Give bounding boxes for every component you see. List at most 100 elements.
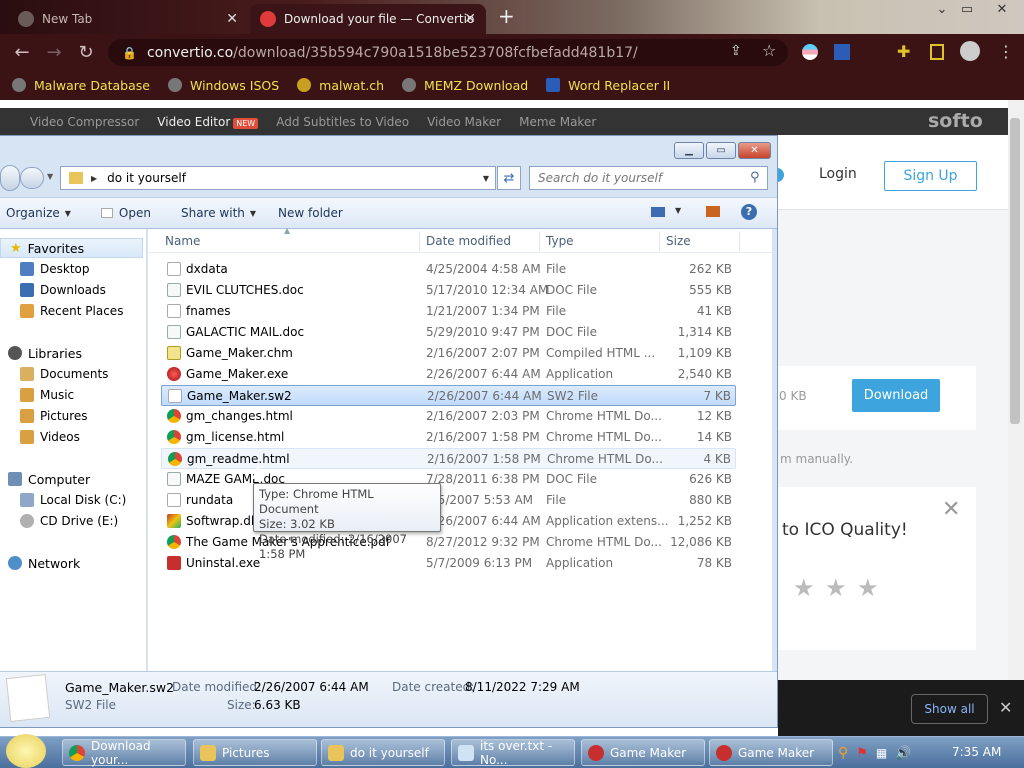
file-row[interactable]: gm_license.html 2/16/2007 1:58 PM Chrome H… bbox=[161, 427, 736, 448]
nav-meme-maker[interactable]: Meme Maker bbox=[519, 115, 596, 129]
recent-pages-chevron-icon[interactable]: ▼ bbox=[47, 172, 53, 181]
file-row[interactable]: Game_Maker.exe 2/26/2007 6:44 AM Applicati… bbox=[161, 364, 736, 385]
file-row[interactable]: Softwrap.dll 2/26/2007 6:44 AM Application… bbox=[161, 511, 736, 532]
file-row[interactable]: Game_Maker.chm 2/16/2007 2:07 PM Compiled … bbox=[161, 343, 736, 364]
start-button-icon[interactable] bbox=[6, 734, 46, 768]
nav-video-compressor[interactable]: Video Compressor bbox=[30, 115, 139, 129]
taskbar-game-maker[interactable]: Game Maker bbox=[709, 739, 833, 766]
explorer-address-bar[interactable]: ▶ do it yourself ▼ bbox=[60, 166, 496, 190]
star-icon[interactable]: ★ bbox=[793, 574, 815, 602]
nav-video-editor[interactable]: Video Editor NEW bbox=[157, 115, 259, 129]
share-icon[interactable]: ⇪ bbox=[730, 43, 742, 59]
search-tray-icon[interactable]: ⚲ bbox=[838, 745, 848, 761]
close-icon[interactable]: ✕ bbox=[942, 497, 960, 522]
show-all-button[interactable]: Show all bbox=[911, 694, 988, 724]
tab-convertio[interactable]: Download your file — Convertio ✕ bbox=[250, 4, 486, 34]
file-row[interactable]: rundata 6/5/2007 5:53 AM File 880 KB bbox=[161, 490, 736, 511]
download-button[interactable]: Download bbox=[852, 379, 940, 412]
column-date-modified[interactable]: Date modified bbox=[426, 234, 511, 248]
column-divider[interactable] bbox=[539, 231, 540, 251]
explorer-maximize-icon[interactable]: ▭ bbox=[706, 142, 736, 159]
close-tab-icon[interactable]: ✕ bbox=[464, 11, 476, 27]
forward-arrow-icon[interactable]: → bbox=[38, 42, 70, 63]
nav-network[interactable]: Network bbox=[8, 553, 80, 573]
minimize-window-icon[interactable]: ▭ bbox=[955, 2, 979, 18]
nav-downloads[interactable]: Downloads bbox=[20, 280, 106, 300]
nav-recent-places[interactable]: Recent Places bbox=[20, 301, 123, 321]
nav-documents[interactable]: Documents bbox=[20, 364, 108, 384]
taskbar-notepad[interactable]: its over.txt - No... bbox=[451, 739, 575, 767]
profile-avatar-icon[interactable] bbox=[960, 41, 980, 61]
signup-button[interactable]: Sign Up bbox=[884, 161, 977, 191]
explorer-close-icon[interactable]: ✕ bbox=[738, 142, 771, 159]
nav-video-maker[interactable]: Video Maker bbox=[427, 115, 501, 129]
column-type[interactable]: Type bbox=[546, 234, 574, 248]
file-row[interactable]: The Game Maker's Apprentice.pdf 8/27/2012… bbox=[161, 532, 736, 553]
file-row[interactable]: Uninstal.exe 5/7/2009 6:13 PM Application 7… bbox=[161, 553, 736, 574]
address-dropdown-icon[interactable]: ▼ bbox=[483, 174, 489, 183]
breadcrumb-arrow-icon[interactable]: ▶ bbox=[91, 174, 97, 183]
extensions-puzzle-icon[interactable]: ✚ bbox=[897, 42, 910, 61]
back-arrow-icon[interactable]: ← bbox=[6, 42, 38, 63]
help-icon[interactable]: ? bbox=[741, 204, 757, 220]
close-window-icon[interactable]: ✕ bbox=[990, 2, 1014, 18]
column-divider[interactable] bbox=[739, 231, 740, 251]
file-row[interactable]: fnames 1/21/2007 1:34 PM File 41 KB bbox=[161, 301, 736, 322]
address-bar[interactable]: 🔒 convertio.co/download/35b594c790a1518b… bbox=[108, 39, 788, 66]
column-divider[interactable] bbox=[419, 231, 420, 251]
file-row[interactable]: MAZE GAME.doc 7/28/2011 6:38 PM DOC File 62… bbox=[161, 469, 736, 490]
column-size[interactable]: Size bbox=[666, 234, 691, 248]
file-row[interactable]: gm_changes.html 2/16/2007 2:03 PM Chrome H… bbox=[161, 406, 736, 427]
new-folder-button[interactable]: New folder bbox=[278, 206, 343, 220]
taskbar-clock[interactable]: 7:35 AM bbox=[952, 745, 1001, 759]
network-tray-icon[interactable]: ▦ bbox=[876, 746, 887, 760]
bookmark-malwatch[interactable]: malwat.ch bbox=[297, 78, 384, 93]
nav-cd-drive[interactable]: CD Drive (E:) bbox=[20, 511, 118, 531]
action-center-icon[interactable]: ⚑ bbox=[856, 746, 868, 761]
preview-pane-icon[interactable] bbox=[706, 206, 720, 217]
breadcrumb-folder[interactable]: do it yourself bbox=[107, 171, 186, 185]
taskbar-do-it-yourself[interactable]: do it yourself bbox=[321, 739, 445, 766]
view-options-icon[interactable] bbox=[651, 207, 665, 217]
bookmark-windows-isos[interactable]: Windows ISOS bbox=[167, 78, 279, 93]
file-row[interactable]: gm_readme.html 2/16/2007 1:58 PM Chrome HT… bbox=[161, 448, 736, 469]
file-row[interactable]: dxdata 4/25/2004 4:58 AM File 262 KB bbox=[161, 259, 736, 280]
close-download-shelf-icon[interactable]: ✕ bbox=[999, 698, 1012, 717]
softo-logo[interactable]: softo bbox=[928, 110, 983, 132]
nav-desktop[interactable]: Desktop bbox=[20, 259, 90, 279]
scrollbar-thumb[interactable] bbox=[1010, 118, 1020, 424]
share-with-button[interactable]: Share with ▼ bbox=[181, 206, 256, 220]
open-button[interactable]: Open bbox=[100, 206, 151, 220]
organize-button[interactable]: Organize ▼ bbox=[6, 206, 71, 220]
extension-flag-icon[interactable] bbox=[802, 44, 818, 60]
view-dropdown-icon[interactable]: ▼ bbox=[675, 206, 681, 215]
tab-search-chevron-icon[interactable]: ⌄ bbox=[930, 2, 954, 18]
login-link[interactable]: Login bbox=[819, 166, 857, 182]
nav-libraries[interactable]: Libraries bbox=[8, 343, 82, 363]
search-icon[interactable]: ⚲ bbox=[750, 170, 760, 185]
explorer-forward-icon[interactable] bbox=[20, 167, 44, 189]
column-name[interactable]: Name bbox=[165, 234, 200, 248]
close-tab-icon[interactable]: ✕ bbox=[226, 11, 238, 27]
volume-icon[interactable]: 🔊 bbox=[895, 746, 911, 761]
nav-add-subtitles[interactable]: Add Subtitles to Video bbox=[276, 115, 409, 129]
file-row[interactable]: GALACTIC MAIL.doc 5/29/2010 9:47 PM DOC Fi… bbox=[161, 322, 736, 343]
taskbar-game-maker[interactable]: Game Maker bbox=[581, 739, 705, 766]
new-tab-plus-icon[interactable]: + bbox=[498, 6, 515, 26]
refresh-icon[interactable]: ⇄ bbox=[497, 166, 521, 190]
column-divider[interactable] bbox=[659, 231, 660, 251]
star-icon[interactable]: ★ bbox=[857, 574, 879, 602]
bookmark-malware-database[interactable]: Malware Database bbox=[12, 78, 150, 93]
side-panel-icon[interactable] bbox=[930, 44, 944, 60]
menu-kebab-icon[interactable]: ⋮ bbox=[998, 42, 1014, 61]
bookmark-word-replacer[interactable]: Word Replacer II bbox=[546, 78, 670, 93]
nav-pictures[interactable]: Pictures bbox=[20, 406, 88, 426]
tab-new-tab[interactable]: New Tab ✕ bbox=[8, 4, 248, 34]
nav-videos[interactable]: Videos bbox=[20, 427, 80, 447]
bookmark-memz-download[interactable]: MEMZ Download bbox=[402, 78, 528, 93]
bookmark-star-icon[interactable]: ☆ bbox=[762, 41, 776, 60]
explorer-minimize-icon[interactable]: ▁ bbox=[674, 142, 704, 159]
nav-local-disk[interactable]: Local Disk (C:) bbox=[20, 490, 126, 510]
star-icon[interactable]: ★ bbox=[825, 574, 847, 602]
word-replacer-extension-icon[interactable] bbox=[834, 44, 850, 60]
